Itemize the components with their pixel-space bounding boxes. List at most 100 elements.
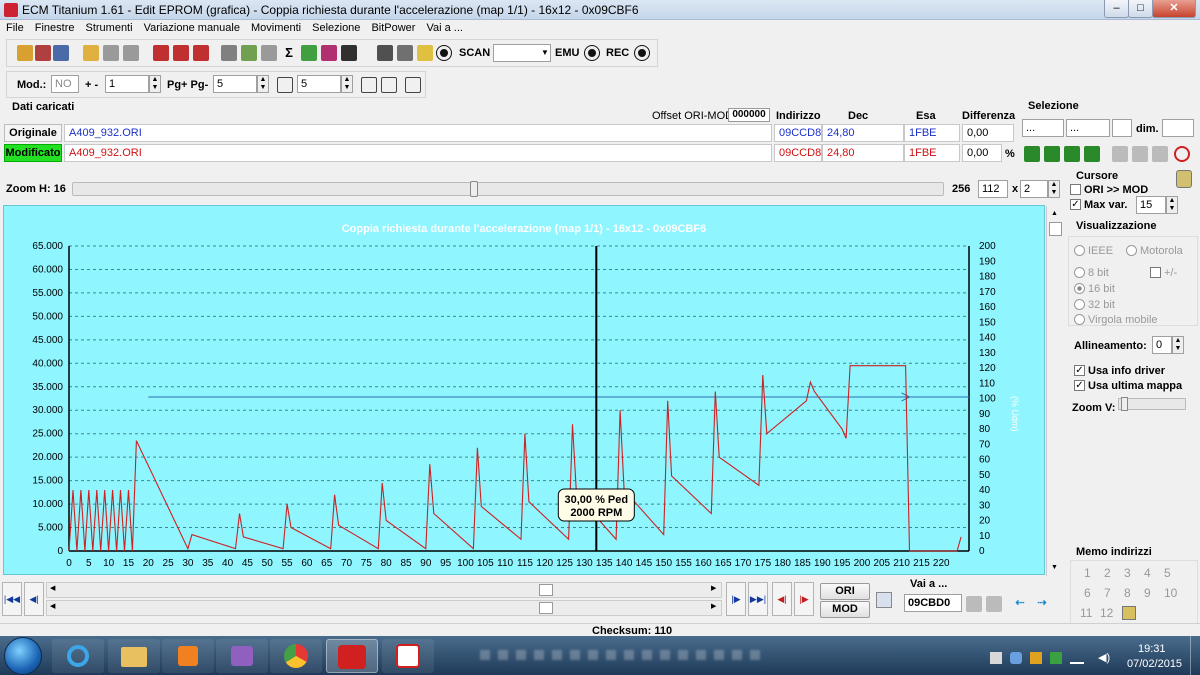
next-icon[interactable]: |▶	[726, 582, 746, 616]
edit-icon[interactable]	[241, 45, 257, 61]
memo-2[interactable]: 2	[1104, 566, 1111, 580]
32bit-radio[interactable]	[1074, 299, 1085, 310]
memo-3[interactable]: 3	[1124, 566, 1131, 580]
virgola-radio[interactable]	[1074, 314, 1085, 325]
chart-vscroll[interactable]: ▲ ▼	[1046, 206, 1064, 576]
app-tray-icon[interactable]	[1030, 652, 1042, 664]
usa-ultima-mappa-checkbox[interactable]: ✓	[1074, 380, 1085, 391]
zoom-mult-field[interactable]: 2	[1020, 180, 1048, 198]
prev-icon[interactable]: ◀|	[24, 582, 44, 616]
scroll-left-2-icon[interactable]: ◀	[50, 602, 55, 610]
memo-9[interactable]: 9	[1144, 586, 1151, 600]
save-icon[interactable]	[103, 45, 119, 61]
ie-icon[interactable]	[52, 639, 104, 673]
max-var-checkbox[interactable]: ✓	[1070, 199, 1081, 210]
scroll-thumb[interactable]	[1049, 222, 1062, 236]
swap-icon[interactable]	[876, 592, 892, 608]
ecm-titanium-icon[interactable]	[326, 639, 378, 673]
select-range-icon[interactable]	[1044, 146, 1060, 162]
page-icon[interactable]	[277, 77, 293, 93]
paste-special-icon[interactable]	[1152, 146, 1168, 162]
volume-icon[interactable]: ◀)	[1098, 651, 1112, 664]
vai-a-field[interactable]: 09CBD0	[904, 594, 962, 612]
show-desktop-button[interactable]	[1190, 636, 1200, 675]
mark-icon[interactable]	[361, 77, 377, 93]
memo-4[interactable]: 4	[1144, 566, 1151, 580]
memo-5[interactable]: 5	[1164, 566, 1171, 580]
select-all-icon[interactable]	[1084, 146, 1100, 162]
max-var-field[interactable]: 15	[1136, 196, 1166, 214]
pg-field[interactable]: 5	[213, 75, 257, 93]
record-icon[interactable]	[437, 46, 451, 60]
explorer-icon[interactable]	[108, 639, 160, 673]
next-page-icon[interactable]	[381, 77, 397, 93]
home-icon[interactable]	[17, 45, 33, 61]
motorola-radio[interactable]	[1126, 245, 1137, 256]
antivirus-tray-icon[interactable]	[1050, 652, 1062, 664]
checksum-icon[interactable]	[193, 45, 209, 61]
ori-button[interactable]: ORI	[820, 583, 870, 600]
emu-record-icon[interactable]	[585, 46, 599, 60]
h-scroll-bottom-thumb[interactable]	[539, 602, 553, 614]
plusminus-field[interactable]: 1	[105, 75, 149, 93]
goto-start-icon[interactable]	[966, 596, 982, 612]
memo-lock-icon[interactable]	[1122, 606, 1136, 620]
scroll-right-2-icon[interactable]: ▶	[711, 602, 716, 610]
clock-time[interactable]: 19:31	[1138, 643, 1166, 655]
menu-movimenti[interactable]: Movimenti	[245, 20, 306, 34]
scroll-down-icon[interactable]: ▼	[1051, 564, 1058, 571]
zoom-value-field[interactable]: 112	[978, 180, 1008, 198]
refresh-icon[interactable]	[1174, 146, 1190, 162]
menu-finestre[interactable]: Finestre	[29, 20, 80, 34]
sign-checkbox[interactable]	[1150, 267, 1161, 278]
flag-tray-icon[interactable]	[990, 652, 1002, 664]
shield-tray-icon[interactable]	[1010, 652, 1022, 664]
step-field[interactable]: 5	[297, 75, 341, 93]
scroll-right-icon[interactable]: ▶	[711, 584, 716, 592]
minimize-button[interactable]: –	[1104, 0, 1129, 18]
signal-tray-icon[interactable]	[1070, 654, 1084, 664]
16bit-radio[interactable]	[1074, 283, 1085, 294]
paste-icon[interactable]	[1132, 146, 1148, 162]
ieee-radio[interactable]	[1074, 245, 1085, 256]
memo-8[interactable]: 8	[1124, 586, 1131, 600]
binoculars-icon[interactable]	[341, 45, 357, 61]
media-icon[interactable]	[162, 639, 214, 673]
next-diff-icon[interactable]: |▶	[794, 582, 814, 616]
flag-icon[interactable]	[301, 45, 317, 61]
8bit-radio[interactable]	[1074, 267, 1085, 278]
menu-vai-a[interactable]: Vai a ...	[420, 20, 467, 34]
goto-end-icon[interactable]	[986, 596, 1002, 612]
scroll-left-icon[interactable]: ◀	[50, 584, 55, 592]
chrome-icon[interactable]	[270, 639, 322, 673]
chart-panel[interactable]: Coppia richiesta durante l'accelerazione…	[3, 205, 1064, 576]
scroll-up-icon[interactable]: ▲	[1051, 210, 1058, 217]
h-scroll-top-thumb[interactable]	[539, 584, 553, 596]
memo-12[interactable]: 12	[1100, 606, 1113, 620]
undo-icon[interactable]	[405, 77, 421, 93]
start-button[interactable]	[4, 637, 42, 675]
tool-icon[interactable]	[216, 639, 268, 673]
close-button[interactable]: ✕	[1152, 0, 1196, 18]
cursor[interactable]: 30,00 % Ped2000 RPM	[557, 246, 635, 551]
chevron-down-icon[interactable]: ▼	[541, 48, 549, 57]
memo-11[interactable]: 11	[1080, 606, 1092, 620]
runner-icon[interactable]	[417, 45, 433, 61]
zoom-v-thumb[interactable]	[1121, 397, 1128, 411]
clock-date[interactable]: 07/02/2015	[1127, 658, 1182, 670]
memory-icon[interactable]	[35, 45, 51, 61]
memo-7[interactable]: 7	[1104, 586, 1111, 600]
h-scroll-bottom[interactable]: ◀ ▶	[46, 600, 722, 616]
check-icon[interactable]	[153, 45, 169, 61]
h-scroll-top[interactable]: ◀ ▶	[46, 582, 722, 598]
menu-selezione[interactable]: Selezione	[306, 20, 365, 34]
menu-bitpower[interactable]: BitPower	[365, 20, 420, 34]
ori-mod-checkbox[interactable]	[1070, 184, 1081, 195]
sum-icon[interactable]: Σ	[281, 45, 297, 61]
calculator-icon[interactable]	[221, 45, 237, 61]
mod-button[interactable]: MOD	[820, 601, 870, 618]
padlock-icon[interactable]	[1176, 170, 1192, 188]
allineamento-field[interactable]: 0	[1152, 336, 1172, 354]
dim-field[interactable]	[1162, 119, 1194, 137]
selezione-extra[interactable]	[1112, 119, 1132, 137]
